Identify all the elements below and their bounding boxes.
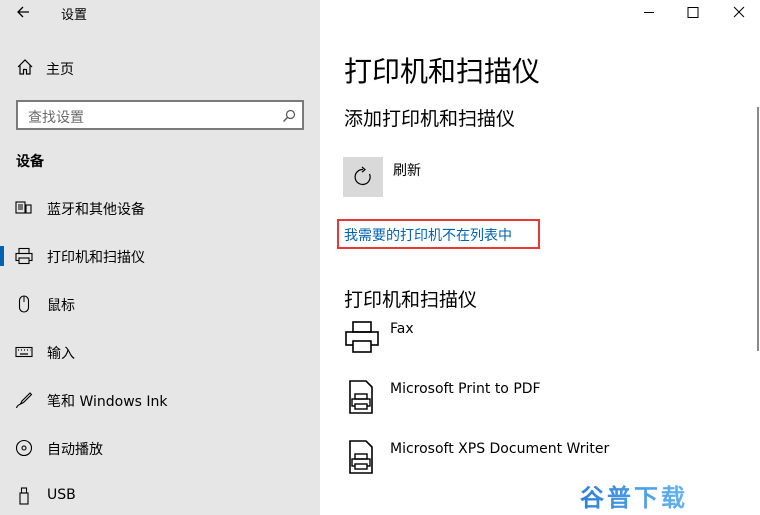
- sidebar-item-mouse[interactable]: 鼠标: [0, 286, 320, 322]
- add-section-title: 添加打印机和扫描仪: [344, 108, 516, 130]
- scrollbar[interactable]: [757, 107, 759, 351]
- bluetooth-devices-icon: [15, 199, 33, 217]
- window-title: 设置: [61, 8, 88, 23]
- keyboard-icon: [15, 343, 33, 361]
- home-icon: [16, 58, 34, 80]
- sidebar-item-label: 打印机和扫描仪: [47, 250, 145, 266]
- mouse-icon: [15, 295, 33, 313]
- sidebar-item-label: 输入: [47, 346, 75, 362]
- page-title: 打印机和扫描仪: [344, 55, 541, 88]
- refresh-button[interactable]: [343, 157, 383, 197]
- minimize-button[interactable]: [626, 0, 672, 26]
- sidebar-item-autoplay[interactable]: 自动播放: [0, 430, 320, 466]
- search-icon[interactable]: [282, 108, 296, 122]
- sidebar-item-typing[interactable]: 输入: [0, 334, 320, 370]
- fax-printer-icon: [344, 319, 380, 355]
- usb-icon: [15, 487, 33, 505]
- sidebar-item-bluetooth[interactable]: 蓝牙和其他设备: [0, 190, 320, 226]
- sidebar-item-label: 蓝牙和其他设备: [47, 202, 145, 218]
- sidebar-item-printers[interactable]: 打印机和扫描仪: [0, 238, 320, 274]
- sidebar-item-pen[interactable]: 笔和 Windows Ink: [0, 382, 320, 418]
- autoplay-icon: [15, 439, 33, 457]
- settings-search-input[interactable]: 查找设置: [16, 100, 304, 130]
- printer-name: Microsoft Print to PDF: [390, 381, 541, 397]
- printers-section-title: 打印机和扫描仪: [344, 289, 478, 311]
- printer-name: Microsoft XPS Document Writer: [390, 441, 610, 457]
- document-printer-icon: [344, 439, 380, 475]
- document-printer-icon: [344, 379, 380, 415]
- close-button[interactable]: [716, 0, 760, 26]
- refresh-icon: [343, 166, 383, 201]
- sidebar-item-label: USB: [47, 487, 76, 503]
- home-nav-item[interactable]: 主页: [16, 58, 74, 80]
- section-title-devices: 设备: [16, 154, 44, 170]
- pen-icon: [15, 391, 33, 409]
- printer-not-listed-link[interactable]: 我需要的打印机不在列表中: [344, 225, 512, 245]
- refresh-label: 刷新: [393, 163, 421, 179]
- search-placeholder: 查找设置: [28, 110, 84, 126]
- printer-icon: [15, 247, 33, 265]
- sidebar-item-label: 笔和 Windows Ink: [47, 394, 168, 410]
- selection-indicator: [0, 246, 4, 266]
- sidebar-item-usb[interactable]: USB: [0, 478, 320, 514]
- watermark-logo: 谷普下载: [580, 478, 688, 513]
- sidebar-item-label: 自动播放: [47, 442, 103, 458]
- sidebar-item-label: 鼠标: [47, 298, 75, 314]
- settings-sidebar: 设置 主页 查找设置 设备 蓝牙和其他设备 打印机和扫描仪 鼠标 输入 笔和 W…: [0, 0, 320, 515]
- printer-name: Fax: [390, 321, 414, 337]
- home-label: 主页: [46, 62, 74, 78]
- back-arrow-icon[interactable]: [14, 2, 34, 22]
- maximize-button[interactable]: [670, 0, 716, 26]
